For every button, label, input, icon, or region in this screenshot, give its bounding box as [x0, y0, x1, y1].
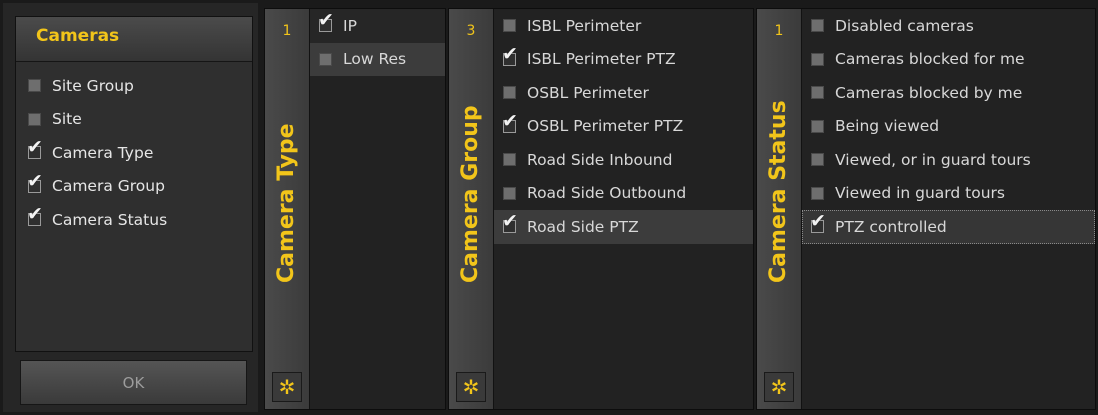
filter-site-group[interactable]: ✔ Site Group: [28, 69, 167, 103]
cameras-filter-list: ✔ Site Group ✔ Site ✔ Camera Type ✔ Came…: [27, 69, 168, 237]
checkbox[interactable]: ✔: [811, 186, 824, 200]
list-item[interactable]: ✔ PTZ controlled: [802, 210, 1095, 244]
list-item[interactable]: ✔ Being viewed: [802, 110, 1095, 144]
item-label: OSBL Perimeter PTZ: [527, 117, 684, 136]
item-label: Road Side PTZ: [527, 217, 639, 236]
list-item[interactable]: ✔ OSBL Perimeter: [494, 76, 753, 110]
checkbox[interactable]: ✔: [28, 79, 41, 93]
checkbox[interactable]: ✔: [503, 86, 516, 100]
item-label: Cameras blocked by me: [835, 83, 1023, 102]
camera-group-header: 3 Camera Group ✲: [449, 9, 494, 409]
filter-camera-type[interactable]: ✔ Camera Type: [27, 136, 167, 170]
checkbox[interactable]: ✔: [502, 211, 518, 234]
filter-camera-group[interactable]: ✔ Camera Group: [27, 170, 167, 204]
checkmark-icon: ✔: [318, 9, 334, 32]
list-item[interactable]: ✔ Cameras blocked by me: [802, 76, 1095, 110]
filter-label: Site: [52, 110, 82, 129]
camera-group-count: 3: [466, 23, 476, 39]
ok-button[interactable]: OK: [20, 360, 247, 405]
checkbox[interactable]: ✔: [318, 10, 334, 33]
item-label: Viewed, or in guard tours: [835, 150, 1031, 169]
camera-group-column: 3 Camera Group ✲ ✔ ISBL Perimeter ✔ ISBL…: [448, 8, 754, 410]
checkbox[interactable]: ✔: [502, 44, 518, 66]
checkbox[interactable]: ✔: [503, 186, 516, 200]
checkbox[interactable]: ✔: [27, 171, 43, 193]
checkbox[interactable]: ✔: [811, 19, 824, 33]
list-item[interactable]: ✔ ISBL Perimeter PTZ: [494, 43, 753, 77]
item-label: Road Side Inbound: [527, 150, 673, 169]
item-label: OSBL Perimeter: [527, 83, 649, 102]
checkmark-icon: ✔: [27, 203, 43, 226]
cameras-title: Cameras: [36, 26, 120, 46]
item-label: Being viewed: [835, 117, 940, 136]
filter-label: Camera Status: [52, 210, 168, 229]
checkbox[interactable]: ✔: [27, 137, 43, 160]
item-label: ISBL Perimeter PTZ: [527, 50, 676, 69]
filter-camera-status[interactable]: ✔ Camera Status: [27, 203, 168, 237]
checkbox[interactable]: ✔: [811, 119, 824, 133]
sparkle-clear-icon[interactable]: ✲: [272, 372, 302, 402]
checkbox[interactable]: ✔: [27, 204, 43, 227]
list-item[interactable]: ✔ Road Side PTZ: [494, 210, 753, 244]
filter-label: Camera Type: [52, 143, 154, 162]
checkmark-icon: ✔: [502, 109, 518, 132]
sparkle-clear-icon[interactable]: ✲: [456, 372, 486, 402]
item-label: Cameras blocked for me: [835, 50, 1025, 69]
camera-status-list: ✔ Disabled cameras ✔ Cameras blocked for…: [802, 9, 1095, 244]
camera-type-header: 1 Camera Type ✲: [265, 9, 310, 409]
list-item[interactable]: ✔ Road Side Inbound: [494, 143, 753, 177]
checkmark-icon: ✔: [27, 169, 43, 192]
checkbox[interactable]: ✔: [28, 112, 41, 126]
list-item[interactable]: ✔ IP: [310, 9, 445, 43]
checkmark-icon: ✔: [810, 210, 826, 233]
checkbox[interactable]: ✔: [503, 19, 516, 33]
filter-site[interactable]: ✔ Site: [28, 103, 167, 137]
list-item[interactable]: ✔ Viewed in guard tours: [802, 177, 1095, 211]
filter-label: Camera Group: [52, 177, 165, 196]
item-label: Disabled cameras: [835, 16, 974, 35]
checkmark-icon: ✔: [502, 42, 518, 65]
list-item[interactable]: ✔ Viewed, or in guard tours: [802, 143, 1095, 177]
checkmark-icon: ✔: [27, 136, 43, 159]
cameras-header: Cameras: [16, 17, 252, 62]
camera-type-column: 1 Camera Type ✲ ✔ IP ✔ Low Res: [264, 8, 446, 410]
checkbox[interactable]: ✔: [811, 52, 824, 66]
list-item[interactable]: ✔ Low Res: [310, 42, 445, 76]
checkbox[interactable]: ✔: [811, 153, 824, 167]
checkmark-icon: ✔: [502, 210, 518, 233]
camera-status-header: 1 Camera Status ✲: [757, 9, 802, 409]
sparkle-clear-icon[interactable]: ✲: [764, 372, 794, 402]
list-item[interactable]: ✔ Disabled cameras: [802, 9, 1095, 43]
camera-status-column: 1 Camera Status ✲ ✔ Disabled cameras ✔ C…: [756, 8, 1096, 410]
item-label: Low Res: [343, 50, 407, 69]
checkbox[interactable]: ✔: [810, 211, 826, 234]
item-label: IP: [343, 16, 357, 35]
camera-status-count: 1: [774, 23, 784, 39]
item-label: Viewed in guard tours: [835, 184, 1006, 203]
camera-type-count: 1: [282, 23, 292, 39]
item-label: ISBL Perimeter: [527, 16, 642, 35]
list-item[interactable]: ✔ Road Side Outbound: [494, 177, 753, 211]
camera-status-title: Camera Status: [766, 100, 791, 283]
checkbox[interactable]: ✔: [319, 52, 332, 66]
filter-label: Site Group: [52, 76, 134, 95]
list-item[interactable]: ✔ Cameras blocked for me: [802, 43, 1095, 77]
checkbox[interactable]: ✔: [811, 86, 824, 100]
camera-type-list: ✔ IP ✔ Low Res: [310, 9, 445, 76]
checkbox[interactable]: ✔: [503, 153, 516, 167]
camera-group-list: ✔ ISBL Perimeter ✔ ISBL Perimeter PTZ ✔ …: [494, 9, 753, 244]
checkbox[interactable]: ✔: [502, 111, 518, 133]
camera-type-title: Camera Type: [274, 123, 299, 283]
item-label: Road Side Outbound: [527, 184, 687, 203]
cameras-panel: Cameras ✔ Site Group ✔ Site ✔ Camera Typ…: [3, 3, 258, 412]
item-label: PTZ controlled: [835, 217, 947, 236]
camera-group-title: Camera Group: [458, 105, 483, 283]
cameras-filter-box: Cameras ✔ Site Group ✔ Site ✔ Camera Typ…: [15, 16, 253, 352]
list-item[interactable]: ✔ ISBL Perimeter: [494, 9, 753, 43]
list-item[interactable]: ✔ OSBL Perimeter PTZ: [494, 110, 753, 144]
